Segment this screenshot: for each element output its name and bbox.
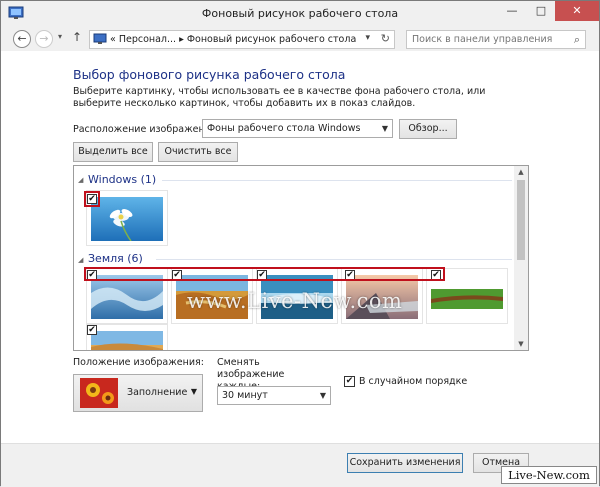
title-bar: Фоновый рисунок рабочего стола — □ ✕ [1, 1, 599, 27]
scroll-up-icon[interactable]: ▲ [514, 166, 528, 178]
position-value: Заполнение [127, 387, 188, 398]
group-divider [156, 259, 512, 260]
group-header-windows[interactable]: Windows (1) [88, 173, 156, 186]
maximize-button[interactable]: □ [527, 1, 555, 21]
shuffle-checkbox[interactable]: ✔ [344, 376, 355, 387]
address-bar[interactable]: « Персонал... ▸ Фоновый рисунок рабочего… [89, 30, 395, 49]
selection-highlight [84, 191, 100, 207]
scroll-thumb[interactable] [517, 180, 525, 260]
chevron-down-icon: ▼ [319, 391, 326, 400]
scroll-down-icon[interactable]: ▼ [514, 338, 528, 350]
minimize-button[interactable]: — [498, 1, 526, 21]
selection-highlight [84, 267, 445, 281]
navigation-bar: ← → ▾ ↑ « Персонал... ▸ Фоновый рисунок … [1, 27, 599, 51]
browse-button[interactable]: Обзор... [399, 119, 457, 139]
search-input[interactable] [407, 31, 557, 48]
control-panel-icon [93, 33, 107, 44]
gallery-scrollbar[interactable]: ▲ ▼ [514, 166, 528, 350]
up-button[interactable]: ↑ [72, 30, 82, 44]
fill-mode-preview-icon [80, 378, 118, 408]
wallpaper-gallery: ◢ Windows (1) ✔ ◢ Земля (6) ✔ ✔ ✔ ✔ ✔ ✔ … [73, 165, 529, 351]
page-title: Выбор фонового рисунка рабочего стола [73, 67, 346, 82]
refresh-icon[interactable]: ↻ [381, 32, 390, 45]
wallpaper-image [91, 275, 163, 319]
clear-all-button[interactable]: Очистить все [158, 142, 238, 162]
group-header-earth[interactable]: Земля (6) [88, 252, 143, 265]
desktop-background-window: Фоновый рисунок рабочего стола — □ ✕ ← →… [0, 0, 600, 487]
wallpaper-image [431, 275, 503, 319]
wallpaper-image [91, 331, 163, 350]
save-button[interactable]: Сохранить изменения [347, 453, 463, 473]
position-label: Положение изображения: [73, 357, 204, 368]
back-button[interactable]: ← [13, 30, 31, 48]
collapse-icon[interactable]: ◢ [78, 176, 83, 184]
watermark-text: www.Live-New.com [187, 289, 403, 313]
select-all-button[interactable]: Выделить все [73, 142, 153, 162]
location-select[interactable]: Фоны рабочего стола Windows ▼ [202, 119, 393, 138]
recent-pages-icon[interactable]: ▾ [58, 32, 62, 41]
close-button[interactable]: ✕ [555, 1, 599, 21]
address-dropdown-icon[interactable]: ▾ [365, 33, 370, 43]
forward-button[interactable]: → [35, 30, 53, 48]
chevron-down-icon: ▼ [190, 387, 197, 396]
breadcrumb[interactable]: « Персонал... ▸ Фоновый рисунок рабочего… [110, 34, 356, 45]
group-divider [162, 180, 512, 181]
chevron-down-icon: ▼ [381, 124, 388, 133]
position-select[interactable]: Заполнение ▼ [73, 374, 203, 412]
collapse-icon[interactable]: ◢ [78, 256, 83, 264]
wallpaper-thumbnail[interactable] [86, 324, 168, 350]
page-description: Выберите картинку, чтобы использовать ее… [73, 86, 486, 109]
change-interval-value: 30 минут [222, 390, 268, 401]
location-value: Фоны рабочего стола Windows [207, 123, 361, 134]
site-watermark-badge: Live-New.com [501, 466, 597, 484]
search-icon[interactable]: ⌕ [574, 33, 580, 47]
change-interval-select[interactable]: 30 минут ▼ [217, 386, 331, 405]
wallpaper-image [91, 197, 163, 241]
shuffle-label[interactable]: В случайном порядке [359, 376, 467, 387]
wallpaper-checkbox[interactable]: ✔ [87, 325, 97, 335]
search-box[interactable]: ⌕ [406, 30, 586, 49]
location-label: Расположение изображения: [73, 124, 220, 135]
